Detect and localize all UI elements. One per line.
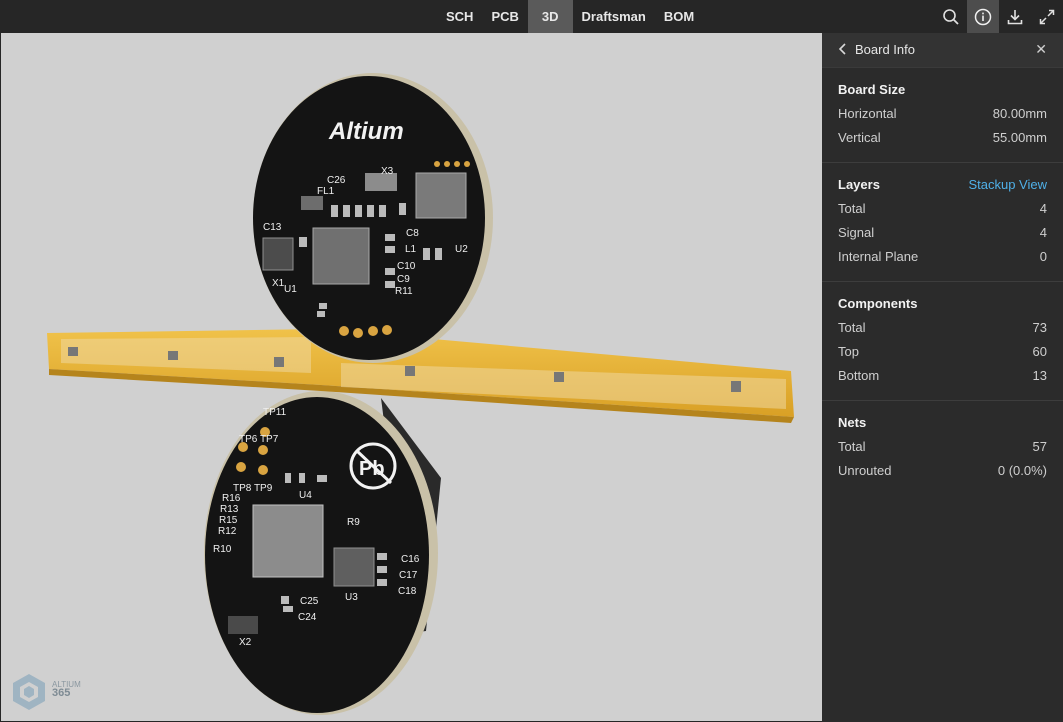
svg-text:C18: C18 [398, 586, 417, 597]
svg-text:C16: C16 [401, 554, 420, 565]
altium-365-logo-icon [13, 674, 45, 710]
info-row: Top 60 [838, 344, 1047, 359]
tab-pcb[interactable]: PCB [482, 0, 527, 33]
svg-text:R12: R12 [218, 526, 237, 537]
board-size-section: Board Size Horizontal 80.00mm Vertical 55.… [822, 68, 1063, 163]
svg-text:Pb: Pb [359, 458, 385, 480]
svg-text:C24: C24 [298, 612, 317, 623]
download-button[interactable] [999, 0, 1031, 33]
board-size-heading: Board Size [838, 82, 906, 97]
svg-text:C10: C10 [397, 261, 416, 272]
svg-text:C13: C13 [263, 222, 282, 233]
svg-text:R15: R15 [219, 515, 238, 526]
svg-text:C26: C26 [327, 175, 346, 186]
svg-text:R13: R13 [220, 504, 239, 515]
components-heading: Components [838, 296, 918, 311]
info-row: Unrouted 0 (0.0%) [838, 463, 1047, 478]
tab-bom[interactable]: BOM [655, 0, 703, 33]
svg-text:R10: R10 [213, 544, 232, 555]
svg-text:C9: C9 [397, 274, 410, 285]
info-row: Total 4 [838, 201, 1047, 216]
layers-section: Layers Stackup View Total 4 Signal 4 Inter… [822, 163, 1063, 282]
altium-board-logo: Altium [328, 118, 404, 145]
board-info-panel: Board Info ✕ Board Size Horizontal 80.00m… [822, 33, 1063, 722]
info-row: Internal Plane 0 [838, 249, 1047, 264]
svg-text:X1: X1 [272, 278, 285, 289]
fullscreen-icon [1039, 9, 1055, 24]
panel-title: Board Info [855, 42, 915, 57]
tab-draftsman[interactable]: Draftsman [573, 0, 655, 33]
svg-text:U1: U1 [284, 284, 297, 295]
svg-text:C17: C17 [399, 570, 418, 581]
info-row: Total 73 [838, 320, 1047, 335]
svg-text:U2: U2 [455, 244, 468, 255]
svg-text:FL1: FL1 [317, 186, 335, 197]
stackup-view-link[interactable]: Stackup View [968, 173, 1047, 197]
svg-text:TP11: TP11 [263, 407, 287, 418]
svg-text:C8: C8 [406, 228, 419, 239]
svg-text:X2: X2 [239, 637, 252, 648]
svg-text:U4: U4 [299, 490, 312, 501]
close-icon[interactable]: ✕ [1035, 40, 1047, 58]
top-bar: SCH PCB 3D Draftsman BOM [0, 0, 1063, 33]
search-icon [943, 8, 959, 25]
tab-3d[interactable]: 3D [527, 0, 573, 33]
svg-text:U3: U3 [345, 592, 358, 603]
svg-text:C25: C25 [300, 596, 319, 607]
info-row: Total 57 [838, 439, 1047, 454]
bottom-board: Pb TP11TP6 TP7 TP8 TP9R16 R13R15 R12R10 … [204, 391, 441, 715]
info-row: Horizontal 80.00mm [838, 106, 1047, 121]
search-button[interactable] [935, 0, 967, 33]
svg-text:R11: R11 [395, 286, 413, 297]
info-row: Signal 4 [838, 225, 1047, 240]
info-button[interactable] [967, 0, 999, 33]
download-icon [1007, 9, 1023, 24]
svg-text:R16: R16 [222, 493, 241, 504]
svg-text:TP6 TP7: TP6 TP7 [239, 434, 279, 445]
pcb-3d-render[interactable]: Pb TP11TP6 TP7 TP8 TP9R16 R13R15 R12R10 … [1, 33, 822, 721]
info-row: Vertical 55.00mm [838, 130, 1047, 145]
panel-header: Board Info ✕ [822, 33, 1063, 68]
info-row: Bottom 13 [838, 368, 1047, 383]
tab-sch[interactable]: SCH [437, 0, 482, 33]
top-board: Altium C26FL1 X3C13 X1U1 C8L1 U2C10 C9R1… [253, 73, 493, 363]
nets-heading: Nets [838, 415, 867, 430]
3d-viewport[interactable]: Pb TP11 TP6 TP7 TP8 TP9 R16 R13 R15 R12 R10 … [1, 33, 822, 721]
layers-heading: Layers [838, 177, 880, 192]
fullscreen-button[interactable] [1031, 0, 1063, 33]
svg-text:L1: L1 [405, 244, 417, 255]
info-icon [974, 8, 992, 25]
nets-section: Nets Total 57 Unrouted 0 (0.0%) [822, 401, 1063, 483]
svg-text:R9: R9 [347, 517, 360, 528]
altium-365-logo-text: ALTIUM 365 [52, 680, 81, 699]
svg-text:X3: X3 [381, 166, 394, 177]
chevron-left-icon[interactable] [836, 42, 850, 56]
view-tabs: SCH PCB 3D Draftsman BOM [437, 0, 703, 33]
components-section: Components Total 73 Top 60 Bottom 13 [822, 282, 1063, 401]
